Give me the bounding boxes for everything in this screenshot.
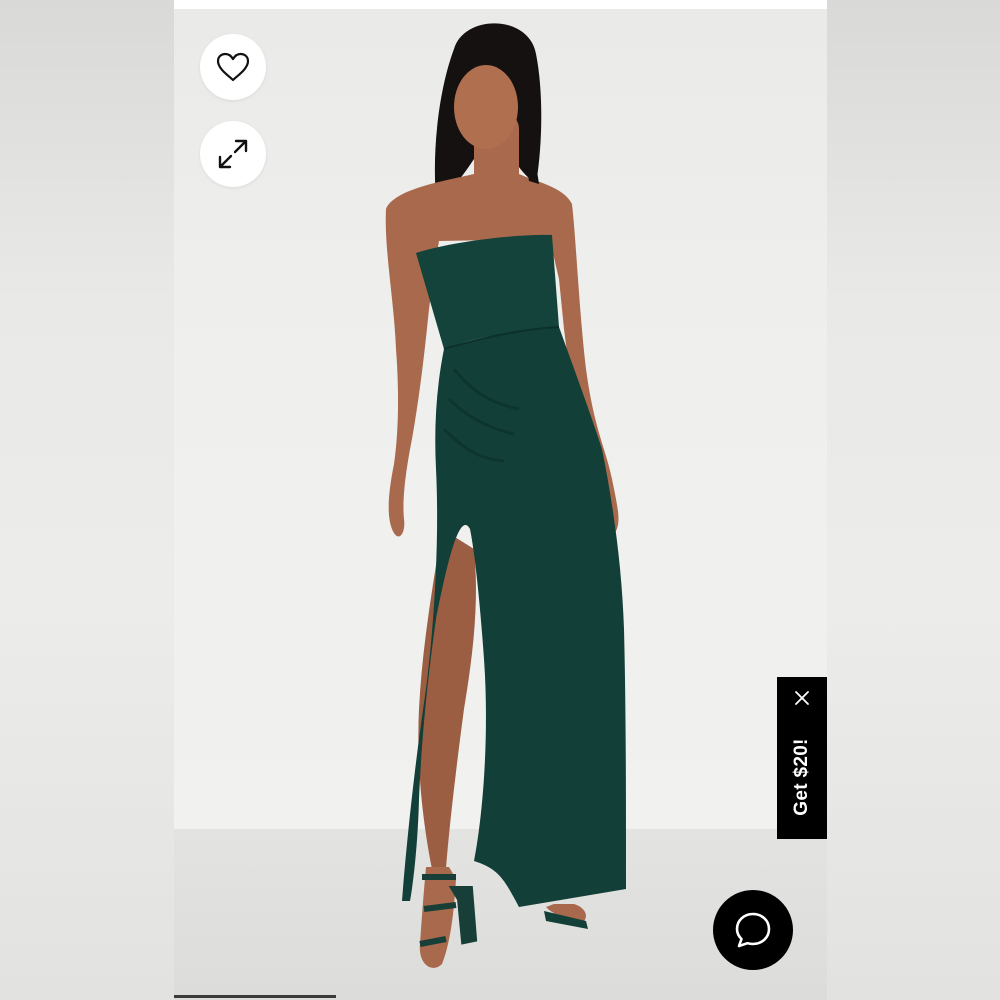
- expand-image-button[interactable]: [200, 121, 266, 187]
- product-image[interactable]: Get $20!: [174, 9, 827, 1000]
- promo-close-button[interactable]: [789, 685, 815, 711]
- foot-left: [419, 867, 456, 968]
- screenshot-frame: Get $20!: [0, 0, 1000, 1000]
- chat-bubble-icon: [735, 912, 771, 948]
- phone-screen: Get $20!: [174, 0, 827, 1000]
- expand-icon: [218, 139, 248, 169]
- wishlist-button[interactable]: [200, 34, 266, 100]
- promo-label: Get $20!: [791, 738, 812, 816]
- leg-left: [418, 529, 476, 869]
- left-blurred-edge: [0, 0, 174, 1000]
- chat-button[interactable]: [713, 890, 793, 970]
- image-progress-indicator: [174, 995, 336, 998]
- heart-icon: [216, 52, 250, 82]
- right-blurred-edge: [826, 0, 1000, 1000]
- model-in-dress-illustration: [385, 23, 626, 968]
- face: [454, 65, 518, 149]
- promo-tab[interactable]: Get $20!: [777, 677, 827, 839]
- close-icon: [795, 691, 809, 705]
